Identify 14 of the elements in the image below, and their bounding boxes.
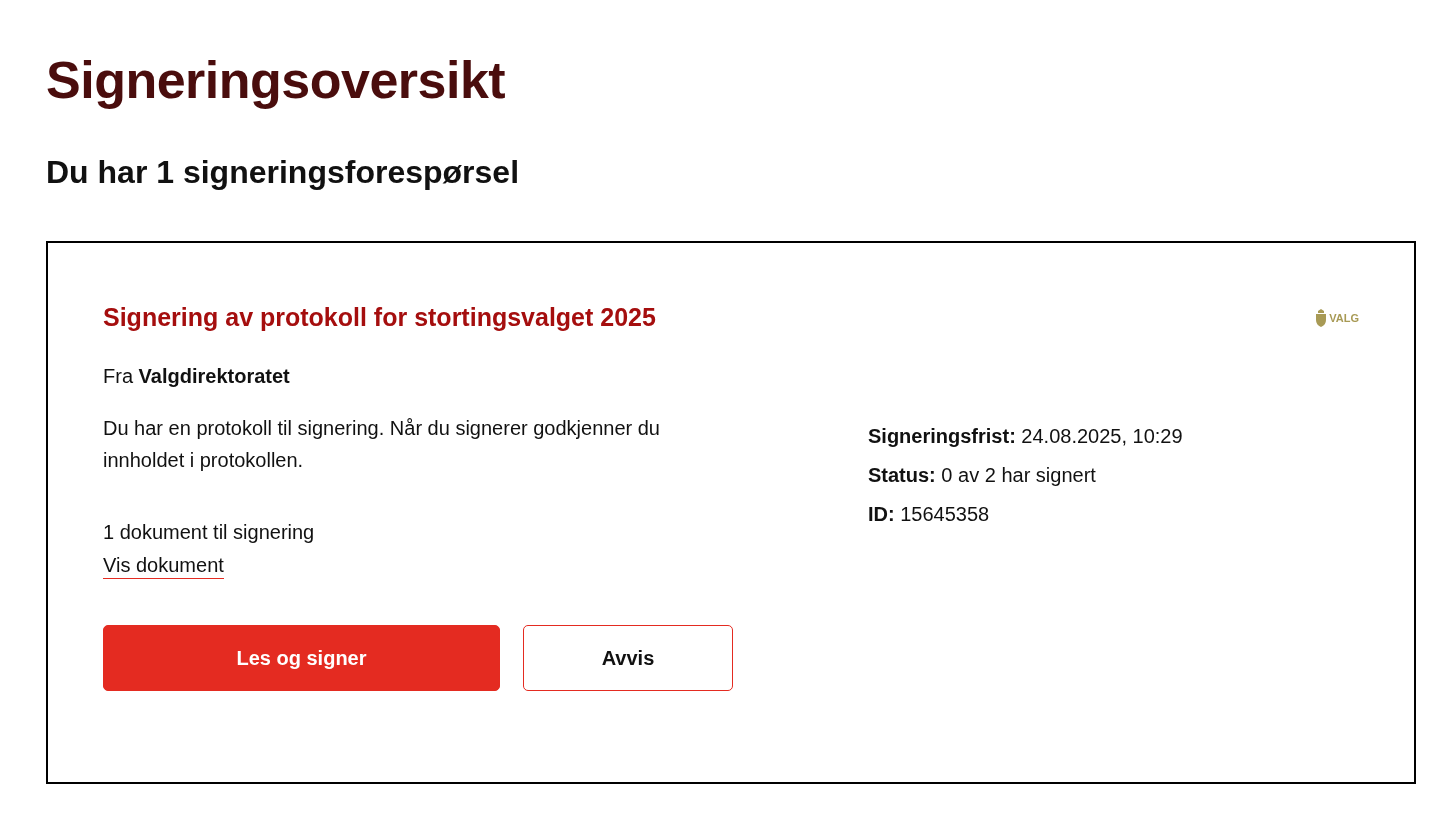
view-document-link[interactable]: Vis dokument [103,552,224,579]
description-text: Du har en protokoll til signering. Når du signerer godkjenner du innholdet i protokollen. [103,416,661,473]
document-count: 1 dokument til signering [103,520,315,545]
page-title: Signeringsoversikt [46,50,506,110]
subtitle: Du har 1 signeringsforespørsel [46,154,519,191]
detail-text: ID: 15645358 [868,502,990,527]
sign-button[interactable]: Les og signer [103,625,500,691]
logo: VALG [1315,308,1359,327]
detail-text: Signeringsfrist: 24.08.2025, 10:29 [868,424,1183,449]
detail-text: Status: 0 av 2 har signert [868,463,1096,488]
reject-button[interactable]: Avvis [523,625,733,691]
request-title: Signering av protokoll for stortingsvalget 2025 [103,303,656,332]
crest-icon [1315,308,1328,327]
sender-text: Fra Valgdirektoratet [103,364,290,389]
